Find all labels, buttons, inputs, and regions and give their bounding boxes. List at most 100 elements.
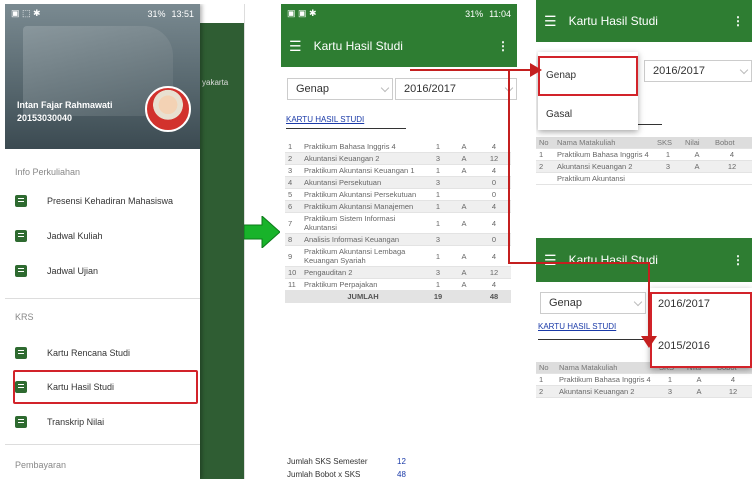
arrow-down-icon [641,336,657,348]
summary-label: Jumlah Bobot x SKS [287,470,361,479]
menu-item-jadwal-kuliah[interactable]: Jadwal Kuliah [15,226,195,246]
semester-select[interactable]: Genap [287,78,393,100]
hamburger-menu-icon[interactable]: ☰ [544,253,557,267]
cell: Akuntansi Keuangan 2 [556,385,656,398]
cell: 3 [425,176,451,189]
page-title: Kartu Hasil Studi [313,39,403,53]
cell: 3 [425,152,451,165]
highlight-box [538,56,638,96]
col-header: Nama Matakuliah [556,362,656,374]
cell: 12 [477,266,511,279]
background-content: yakarta [200,23,244,479]
cell: 0 [477,188,511,201]
status-time: 13:51 [171,8,194,19]
table-row: 5 Praktikum Akuntansi Persekutuan 1 0 [285,188,511,201]
cell: 12 [714,385,752,398]
cell: 4 [477,164,511,177]
cell: 2 [536,160,554,173]
divider [5,444,200,445]
status-time: 11:04 [489,8,511,19]
cell: 1 [425,245,451,267]
status-bar: ▣ ⬚ ✱ 31% 13:51 [5,4,200,23]
section-title: KARTU HASIL STUDI [538,322,617,331]
cell: 1 [425,164,451,177]
summary-label: Jumlah SKS Semester [287,457,368,466]
table-row: 11 Praktikum Perpajakan 1 A 4 [285,278,511,291]
cell: 7 [285,212,301,234]
cell: 1 [425,200,451,213]
year-select[interactable]: 2016/2017 [644,60,752,82]
user-id: 20153030040 [17,113,73,123]
menu-item-krs[interactable]: Kartu Rencana Studi [15,343,195,363]
section-info-perkuliahan: Info Perkuliahan [15,167,81,177]
table-row: 4 Akuntansi Persekutuan 3 0 [285,176,511,189]
cell: Praktikum Bahasa Inggris 4 [556,373,656,386]
notification-icon: ▣ ⬚ ✱ [11,8,41,18]
divider [286,128,406,129]
menu-item-label: Jadwal Ujian [47,266,99,276]
cell: Praktikum Akuntansi Lembaga Keuangan Sya… [301,245,425,267]
grades-table: 1 Praktikum Bahasa Inggris 4 1 A 4 2 Akuntansi… [285,141,511,303]
option-gasal[interactable]: Gasal [546,109,572,120]
divider [538,339,650,340]
cell: 1 [425,278,451,291]
document-icon [15,347,27,359]
year-select[interactable]: 2016/2017 [395,78,517,100]
cell: 4 [477,200,511,213]
cell [451,176,477,189]
total-bobot: 48 [477,290,511,303]
menu-item-presensi[interactable]: Presensi Kehadiran Mahasiswa [15,191,195,211]
table-row: 1 Praktikum Bahasa Inggris 41A4 [536,148,752,161]
table-row: 3 Praktikum Akuntansi Keuangan 11A4 [285,164,511,177]
cell: Akuntansi Keuangan 2 [301,152,425,165]
calendar-icon [15,265,27,277]
section-pembayaran: Pembayaran [15,460,67,470]
cell: 4 [712,148,752,161]
status-battery: 31% [465,8,484,19]
cell: Praktikum Perpajakan [301,278,425,291]
cell: Praktikum Akuntansi Keuangan 1 [301,164,425,177]
phone-khs-screen: ▣ ▣ ✱ 31% 11:04 ☰ Kartu Hasil Studi ⋮ Ge… [281,4,517,479]
hamburger-menu-icon[interactable]: ☰ [289,39,302,53]
cell: 11 [285,278,301,291]
cell: 12 [712,160,752,173]
semester-select[interactable]: Genap [540,292,646,314]
grades-table: No Nama Matakuliah SKS Nilai Bobot 1Prak… [536,137,752,185]
cell: A [451,266,477,279]
cell: Praktikum Bahasa Inggris 4 [301,141,425,153]
overflow-menu-icon[interactable]: ⋮ [497,39,509,53]
cell: 1 [536,148,554,161]
cell: 3 [656,385,684,398]
cell: 1 [425,188,451,201]
user-name: Intan Fajar Rahmawati [17,100,113,110]
overflow-menu-icon[interactable]: ⋮ [732,253,744,267]
menu-item-jadwal-ujian[interactable]: Jadwal Ujian [15,261,195,281]
table-row: 6 Praktikum Akuntansi Manajemen 1 A 4 [285,200,511,213]
total-label: JUMLAH [301,290,425,303]
page-title: Kartu Hasil Studi [568,14,658,28]
hamburger-menu-icon[interactable]: ☰ [544,14,557,28]
connector-line [410,69,538,71]
cell: A [451,212,477,234]
cell: A [684,373,714,386]
summary-bobot: Jumlah Bobot x SKS 48 [287,470,457,479]
highlight-box [13,370,198,404]
chevron-down-icon [380,83,390,93]
page-title: Kartu Hasil Studi [568,253,658,267]
avatar[interactable] [145,86,191,132]
menu-item-transkrip[interactable]: Transkrip Nilai [15,412,195,432]
highlight-box [650,292,752,368]
navigation-drawer: ▣ ⬚ ✱ 31% 13:51 Intan Fajar Rahmawati 20… [5,4,200,479]
summary-sks: Jumlah SKS Semester 12 [287,457,457,466]
cell: Praktikum Akuntansi Persekutuan [301,188,425,201]
overflow-menu-icon[interactable]: ⋮ [732,14,744,28]
app-bar: ▣ ▣ ✱ 31% 11:04 ☰ Kartu Hasil Studi ⋮ [281,4,517,67]
col-header: Nama Matakuliah [554,137,654,149]
year-value: 2016/2017 [653,65,705,77]
col-header: No [536,362,556,374]
year-value: 2016/2017 [404,83,456,95]
cell: A [451,200,477,213]
cell: A [684,385,714,398]
col-header: Nilai [682,137,712,149]
table-row: 1 Praktikum Bahasa Inggris 41A4 [536,373,752,386]
